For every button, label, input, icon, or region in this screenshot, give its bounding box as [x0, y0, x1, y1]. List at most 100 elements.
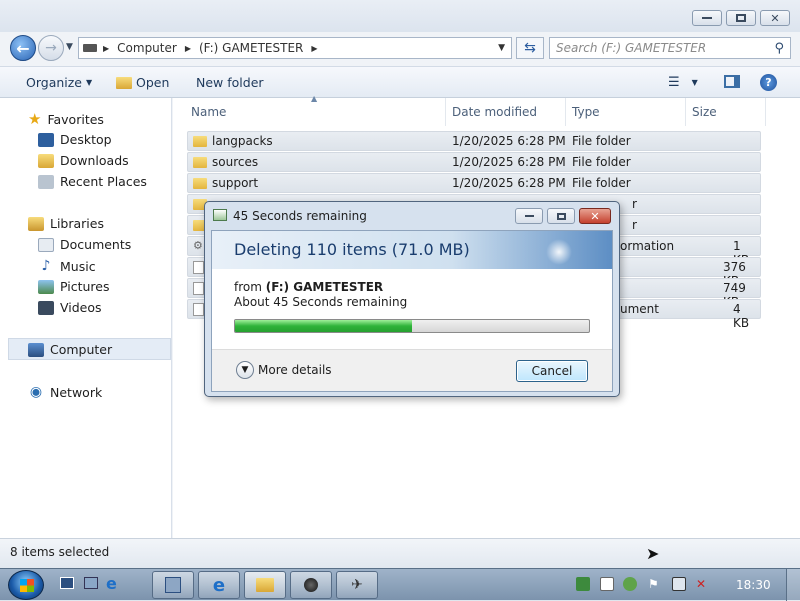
- breadcrumb-separator-icon[interactable]: ▶: [185, 44, 191, 53]
- music-note-icon: ♪: [41, 258, 51, 274]
- start-button[interactable]: [8, 570, 44, 600]
- navigation-pane: ★ Favorites Desktop Downloads Recent Plac…: [0, 98, 172, 538]
- network-globe-icon: ◉: [29, 384, 43, 400]
- tray-document-icon[interactable]: [600, 577, 614, 591]
- column-header-date[interactable]: Date modified: [446, 98, 566, 126]
- show-desktop-icon[interactable]: [60, 577, 74, 589]
- table-row[interactable]: langpacks 1/20/2025 6:28 PM File folder: [187, 131, 761, 151]
- nav-label: Pictures: [60, 279, 110, 294]
- row-date: 1/20/2025 6:28 PM: [452, 155, 566, 169]
- explorer-folder-icon: [256, 578, 274, 592]
- row-type: ument: [620, 302, 659, 316]
- search-icon[interactable]: ⚲: [774, 41, 784, 56]
- address-dropdown-icon[interactable]: ▼: [498, 43, 505, 53]
- address-bar[interactable]: ▶ Computer ▶ (F:) GAMETESTER ▶ ▼: [78, 37, 512, 59]
- tray-flag-icon[interactable]: ⚑: [648, 577, 662, 591]
- recent-places-icon: [38, 174, 54, 189]
- folder-icon: [193, 157, 207, 168]
- windows-logo-icon: [20, 579, 34, 592]
- breadcrumb-computer[interactable]: Computer: [117, 41, 177, 55]
- minimize-button[interactable]: [692, 10, 722, 26]
- command-bar: Organize ▼ Open New folder ☰ ▼ ?: [0, 66, 800, 98]
- pictures-icon: [38, 279, 54, 294]
- nav-desktop[interactable]: Desktop: [38, 132, 112, 147]
- column-label: Size: [692, 105, 717, 119]
- back-button[interactable]: ←: [10, 35, 36, 61]
- row-date: 1/20/2025 6:28 PM: [452, 134, 566, 148]
- nav-label: Desktop: [60, 132, 112, 147]
- nav-recent-places[interactable]: Recent Places: [38, 174, 147, 189]
- chevron-down-icon: ▼: [86, 78, 93, 87]
- drive-icon: [83, 44, 97, 52]
- open-button[interactable]: Open: [116, 75, 169, 90]
- table-row[interactable]: support 1/20/2025 6:28 PM File folder: [187, 173, 761, 193]
- nav-favorites[interactable]: ★ Favorites: [28, 110, 104, 128]
- dialog-maximize-button[interactable]: [547, 208, 575, 224]
- nav-documents[interactable]: Documents: [38, 237, 131, 252]
- dialog-minimize-button[interactable]: [515, 208, 543, 224]
- settings-file-icon: ⚙: [193, 239, 203, 252]
- videos-icon: [38, 300, 54, 315]
- preview-pane-button[interactable]: [724, 75, 740, 88]
- view-options-button[interactable]: ☰ ▼: [668, 75, 698, 90]
- column-header-size[interactable]: Size: [686, 98, 766, 126]
- breadcrumb-drive[interactable]: (F:) GAMETESTER: [199, 41, 303, 55]
- file-icon: [193, 282, 204, 295]
- breadcrumb-separator-icon[interactable]: ▶: [311, 44, 317, 53]
- breadcrumb-separator-icon[interactable]: ▶: [103, 44, 109, 53]
- nav-label: Computer: [50, 342, 113, 357]
- taskbar-clock[interactable]: 18:30: [736, 578, 771, 592]
- new-folder-button[interactable]: New folder: [196, 75, 264, 90]
- nav-network[interactable]: ◉ Network: [28, 384, 102, 400]
- taskbar-button-ie[interactable]: e: [198, 571, 240, 599]
- row-type: r: [632, 218, 637, 232]
- close-button[interactable]: ✕: [760, 10, 790, 26]
- column-header-type[interactable]: Type: [566, 98, 686, 126]
- maximize-button[interactable]: [726, 10, 756, 26]
- dialog-heading: Deleting 110 items (71.0 MB): [212, 231, 612, 269]
- recycle-icon: [213, 209, 227, 221]
- help-icon: ?: [760, 74, 777, 91]
- row-name: support: [212, 176, 259, 190]
- taskbar-button-tool[interactable]: ✈: [336, 571, 378, 599]
- organize-label: Organize: [26, 75, 82, 90]
- chevron-down-icon: ▼: [236, 361, 254, 379]
- tray-update-icon[interactable]: [576, 577, 590, 591]
- nav-computer[interactable]: Computer: [28, 342, 112, 357]
- libraries-icon: [28, 216, 44, 231]
- forward-button[interactable]: →: [38, 35, 64, 61]
- taskbar: e e ✈ ⚑ ✕ 18:30: [0, 568, 800, 601]
- from-prefix: from: [234, 280, 262, 294]
- help-button[interactable]: ?: [760, 74, 777, 91]
- more-details-label: More details: [258, 363, 332, 377]
- preview-pane-icon: [724, 75, 740, 88]
- nav-pictures[interactable]: Pictures: [38, 279, 110, 294]
- switch-windows-icon[interactable]: [84, 577, 98, 589]
- tray-network-icon[interactable]: [672, 577, 686, 591]
- title-bar: ✕: [0, 0, 800, 32]
- search-input[interactable]: Search (F:) GAMETESTER ⚲: [549, 37, 791, 59]
- nav-videos[interactable]: Videos: [38, 300, 102, 315]
- nav-label: Downloads: [60, 153, 129, 168]
- nav-label: Recent Places: [60, 174, 147, 189]
- delete-progress-dialog: 45 Seconds remaining ✕ Deleting 110 item…: [204, 201, 620, 397]
- more-details-toggle[interactable]: ▼ More details: [236, 361, 332, 379]
- tray-volume-muted-icon[interactable]: ✕: [696, 577, 710, 591]
- nav-music[interactable]: ♪ Music: [38, 258, 96, 274]
- refresh-button[interactable]: ⇆: [516, 37, 544, 59]
- taskbar-button-media[interactable]: [290, 571, 332, 599]
- dialog-close-button[interactable]: ✕: [579, 208, 611, 224]
- show-desktop-button[interactable]: [786, 569, 800, 601]
- tray-security-icon[interactable]: [623, 577, 637, 591]
- progress-fill: [235, 320, 412, 332]
- taskbar-button-control-panel[interactable]: [152, 571, 194, 599]
- table-row[interactable]: sources 1/20/2025 6:28 PM File folder: [187, 152, 761, 172]
- nav-libraries[interactable]: Libraries: [28, 216, 104, 231]
- cancel-button[interactable]: Cancel: [516, 360, 588, 382]
- recent-pages-dropdown[interactable]: ▼: [66, 42, 73, 52]
- ie-quicklaunch-icon[interactable]: e: [106, 574, 117, 593]
- column-label: Name: [191, 105, 227, 119]
- nav-downloads[interactable]: Downloads: [38, 153, 129, 168]
- organize-button[interactable]: Organize ▼: [26, 75, 92, 90]
- taskbar-button-explorer[interactable]: [244, 571, 286, 599]
